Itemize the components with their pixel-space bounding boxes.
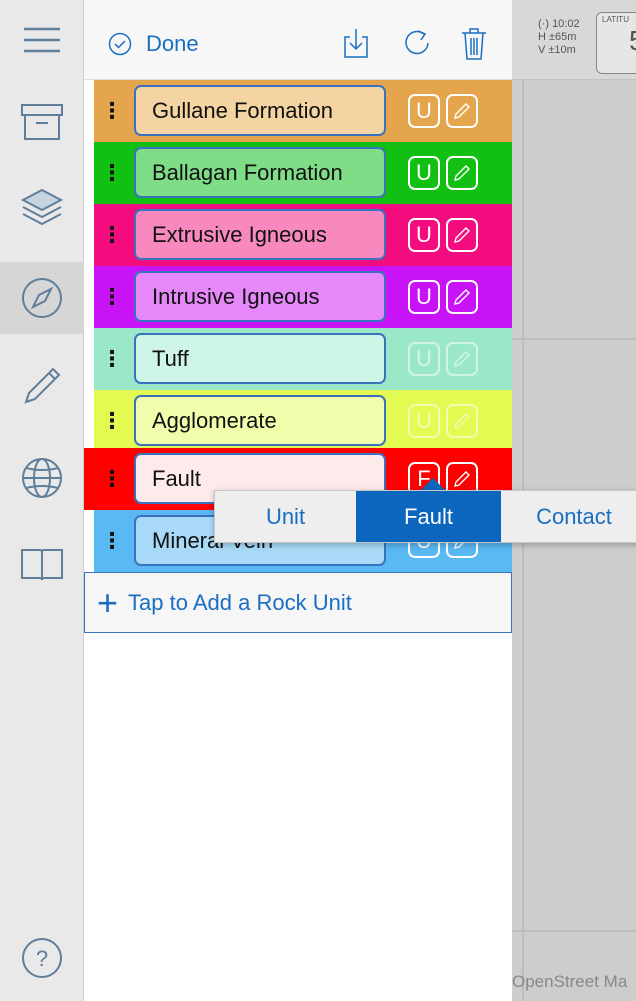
- draw-button[interactable]: [0, 350, 84, 422]
- drag-handle-icon[interactable]: ⋮: [94, 142, 130, 204]
- gps-vertical-accuracy: V ±10m: [538, 44, 576, 56]
- compass-icon: [22, 278, 62, 318]
- edit-icon: [454, 289, 470, 305]
- edit-unit-button[interactable]: [446, 404, 478, 438]
- delete-button[interactable]: [460, 27, 488, 66]
- drag-handle-icon[interactable]: ⋮: [94, 328, 130, 390]
- latitude-box[interactable]: LATITU 5: [596, 12, 636, 74]
- unit-type-button[interactable]: U: [408, 218, 440, 252]
- unit-type-button[interactable]: U: [408, 156, 440, 190]
- add-rock-unit-button[interactable]: + Tap to Add a Rock Unit: [84, 572, 512, 633]
- drag-handle-icon[interactable]: ⋮: [94, 266, 130, 328]
- rock-unit-row[interactable]: ⋮ Gullane Formation U: [94, 80, 512, 142]
- tool-sidebar: ?: [0, 0, 84, 1001]
- checkmark-circle-icon: [108, 32, 132, 56]
- refresh-button[interactable]: [402, 27, 432, 64]
- unit-name-field[interactable]: Agglomerate: [134, 395, 386, 446]
- edit-unit-button[interactable]: [446, 280, 478, 314]
- rock-unit-row[interactable]: ⋮ Ballagan Formation U: [94, 142, 512, 204]
- layers-icon: [20, 188, 64, 226]
- drag-handle-icon[interactable]: ⋮: [94, 390, 130, 452]
- trash-icon: [462, 28, 486, 60]
- panel-toolbar: Done: [84, 0, 512, 80]
- rock-unit-row[interactable]: ⋮ Tuff U: [94, 328, 512, 390]
- unit-type-menu: Unit Fault Contact: [214, 490, 636, 543]
- add-rock-unit-label: Tap to Add a Rock Unit: [128, 589, 352, 615]
- archive-box-icon: [21, 104, 63, 140]
- refresh-icon: [405, 30, 429, 55]
- menu-icon: [24, 27, 60, 53]
- unit-name-field[interactable]: Ballagan Formation: [134, 147, 386, 198]
- gps-horizontal-accuracy: H ±65m: [538, 31, 577, 43]
- map-grid-line: [512, 930, 636, 932]
- layers-button[interactable]: [0, 172, 84, 244]
- edit-icon: [454, 103, 470, 119]
- menu-button[interactable]: [0, 4, 84, 76]
- type-option-fault[interactable]: Fault: [356, 491, 501, 542]
- map-attribution: OpenStreet Ma: [512, 972, 628, 991]
- edit-icon: [454, 471, 470, 487]
- help-icon: ?: [22, 938, 62, 978]
- latitude-value: 5: [629, 25, 636, 57]
- notebook-button[interactable]: [0, 528, 84, 600]
- edit-icon: [454, 227, 470, 243]
- edit-icon: [454, 413, 470, 429]
- type-option-unit[interactable]: Unit: [215, 491, 356, 542]
- book-icon: [21, 549, 63, 581]
- unit-name-field[interactable]: Intrusive Igneous: [134, 271, 386, 322]
- gps-signal-icon: (·): [538, 18, 549, 30]
- import-button[interactable]: [342, 27, 370, 64]
- rock-unit-row[interactable]: ⋮ Extrusive Igneous U: [94, 204, 512, 266]
- edit-unit-button[interactable]: [446, 218, 478, 252]
- drag-handle-icon[interactable]: ⋮: [94, 204, 130, 266]
- unit-type-button[interactable]: U: [408, 342, 440, 376]
- unit-name-field[interactable]: Gullane Formation: [134, 85, 386, 136]
- drag-handle-icon[interactable]: ⋮: [94, 448, 130, 510]
- done-label: Done: [146, 31, 199, 56]
- type-option-contact[interactable]: Contact: [501, 491, 636, 542]
- compass-button[interactable]: [0, 262, 84, 334]
- drag-handle-icon[interactable]: ⋮: [94, 80, 130, 142]
- pencil-icon: [24, 367, 61, 404]
- gps-time: 10:02: [552, 18, 580, 30]
- globe-button[interactable]: [0, 442, 84, 514]
- plus-icon: +: [97, 581, 119, 623]
- edit-unit-button[interactable]: [446, 94, 478, 128]
- edit-unit-button[interactable]: [446, 156, 478, 190]
- rock-unit-row[interactable]: ⋮ Agglomerate U: [94, 390, 512, 452]
- help-button[interactable]: ?: [0, 922, 84, 994]
- latitude-label: LATITU: [602, 15, 629, 24]
- rock-unit-row[interactable]: ⋮ Intrusive Igneous U: [94, 266, 512, 328]
- edit-icon: [454, 351, 470, 367]
- projects-button[interactable]: [0, 86, 84, 158]
- done-button[interactable]: Done: [108, 30, 199, 58]
- unit-type-button[interactable]: U: [408, 404, 440, 438]
- unit-name-field[interactable]: Extrusive Igneous: [134, 209, 386, 260]
- unit-name-field[interactable]: Tuff: [134, 333, 386, 384]
- map-grid-line: [512, 338, 636, 340]
- download-icon: [344, 29, 368, 58]
- edit-icon: [454, 165, 470, 181]
- unit-type-button[interactable]: U: [408, 280, 440, 314]
- gps-accuracy: (·) 10:02 H ±65m V ±10m: [538, 18, 580, 57]
- edit-unit-button[interactable]: [446, 342, 478, 376]
- svg-text:?: ?: [36, 946, 48, 971]
- gps-status-bar: (·) 10:02 H ±65m V ±10m LATITU 5: [512, 0, 636, 80]
- drag-handle-icon[interactable]: ⋮: [94, 510, 130, 572]
- unit-type-button[interactable]: U: [408, 94, 440, 128]
- globe-icon: [22, 458, 62, 498]
